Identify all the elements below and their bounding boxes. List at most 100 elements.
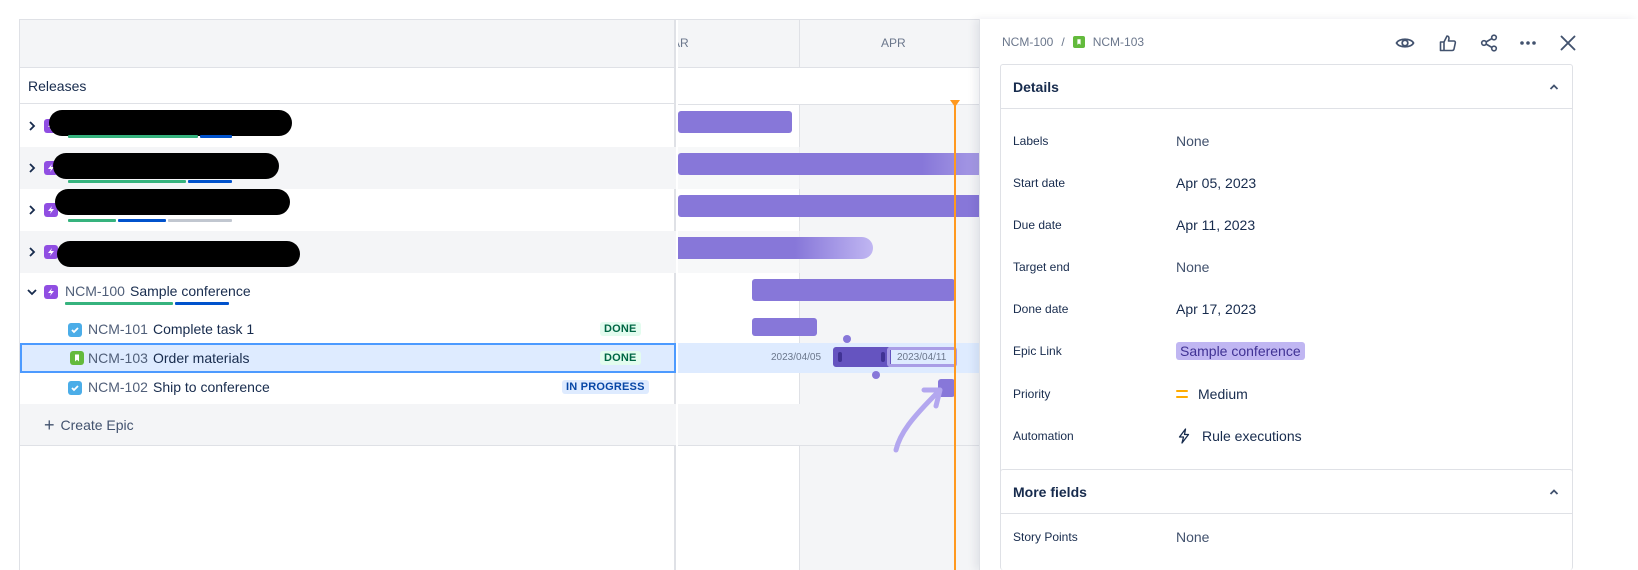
field-label: Priority <box>1013 387 1051 401</box>
issue-summary[interactable]: Order materials <box>153 350 249 366</box>
more-fields-title: More fields <box>1013 483 1087 500</box>
epic-row[interactable] <box>20 231 676 273</box>
field-value[interactable]: Apr 11, 2023 <box>1176 217 1255 233</box>
chevron-up-icon[interactable] <box>1548 81 1560 93</box>
field-value[interactable]: None <box>1176 133 1209 149</box>
field-value[interactable]: Apr 05, 2023 <box>1176 175 1256 191</box>
timeline-grid: AR APR 2023/04/05 2023/04/11 <box>678 20 983 570</box>
field-epic-link: Epic Link Sample conference <box>1013 330 1563 372</box>
issue-key[interactable]: NCM-100 <box>65 283 125 299</box>
details-section-header[interactable]: Details <box>1001 65 1572 109</box>
issue-row[interactable]: NCM-101 Complete task 1 DONE <box>20 315 676 345</box>
field-label: Start date <box>1013 176 1066 190</box>
field-value[interactable]: None <box>1176 259 1209 275</box>
issue-summary[interactable]: Sample conference <box>130 283 251 299</box>
breadcrumb-separator: / <box>1061 35 1065 49</box>
priority-medium-icon <box>1176 390 1188 398</box>
issue-detail-panel: NCM-100 / NCM-103 Details Labels None St… <box>979 19 1638 570</box>
field-label: Story Points <box>1013 530 1078 544</box>
issue-summary[interactable]: Complete task 1 <box>153 321 254 337</box>
field-value[interactable]: Apr 17, 2023 <box>1176 301 1256 317</box>
story-icon <box>1072 36 1085 48</box>
create-epic-button[interactable]: + Create Epic <box>20 404 676 446</box>
task-icon <box>68 323 82 337</box>
breadcrumb-parent-link[interactable]: NCM-100 <box>1002 35 1053 49</box>
epic-progress-bar <box>65 302 229 305</box>
issue-row-selected[interactable]: NCM-103 Order materials DONE <box>20 343 676 373</box>
automation-value[interactable]: Rule executions <box>1176 428 1302 444</box>
epic-link-value: Sample conference <box>1176 342 1305 360</box>
field-value[interactable]: None <box>1176 529 1209 545</box>
more-fields-header[interactable]: More fields <box>1001 470 1572 514</box>
breadcrumb-current-link[interactable]: NCM-103 <box>1093 35 1144 49</box>
chevron-right-icon[interactable] <box>26 120 38 132</box>
end-date-label: 2023/04/11 <box>897 352 947 363</box>
field-label: Due date <box>1013 218 1062 232</box>
epic-bar[interactable] <box>678 153 983 175</box>
lightning-icon <box>1176 428 1192 444</box>
chevron-down-icon[interactable] <box>26 286 38 298</box>
status-badge: DONE <box>600 322 641 336</box>
field-start-date: Start date Apr 05, 2023 <box>1013 162 1563 204</box>
today-marker <box>950 100 960 107</box>
epic-row[interactable]: NCM-100 Sample conference <box>20 273 676 315</box>
epic-row[interactable] <box>20 105 676 147</box>
details-section: Details Labels None Start date Apr 05, 2… <box>1000 64 1573 479</box>
issue-summary[interactable]: Ship to conference <box>153 379 270 395</box>
more-icon[interactable] <box>1516 31 1540 55</box>
automation-text: Rule executions <box>1202 428 1302 444</box>
details-title: Details <box>1013 78 1059 95</box>
epic-link-lozenge[interactable]: Sample conference <box>1176 342 1305 360</box>
dependency-handle[interactable] <box>843 335 851 343</box>
epic-bar-ncm-100[interactable] <box>752 279 955 301</box>
start-date-label: 2023/04/05 <box>771 352 822 363</box>
chevron-right-icon[interactable] <box>26 162 38 174</box>
releases-row[interactable]: Releases <box>20 68 674 104</box>
month-label: AR <box>678 36 689 50</box>
field-label: Automation <box>1013 429 1074 443</box>
today-line <box>954 102 956 570</box>
drag-handle-start[interactable] <box>838 352 842 362</box>
chevron-right-icon[interactable] <box>26 204 38 216</box>
issue-key[interactable]: NCM-102 <box>88 379 148 395</box>
detail-header: NCM-100 / NCM-103 <box>980 19 1638 63</box>
redacted-summary <box>55 189 290 215</box>
chevron-right-icon[interactable] <box>26 246 38 258</box>
redacted-summary <box>57 241 300 267</box>
field-due-date: Due date Apr 11, 2023 <box>1013 204 1563 246</box>
redacted-summary <box>49 110 292 136</box>
status-badge: IN PROGRESS <box>562 380 649 394</box>
drag-handle-end[interactable] <box>881 352 885 362</box>
epic-row[interactable] <box>20 189 676 231</box>
task-icon <box>68 381 82 395</box>
priority-text: Medium <box>1198 386 1248 402</box>
status-badge: DONE <box>600 351 641 365</box>
epic-bar[interactable] <box>678 195 983 217</box>
arrow-annotation-icon <box>893 387 943 453</box>
issue-list-panel: Releases NCM-100 Sample conference NCM-1… <box>20 20 676 570</box>
issue-row[interactable]: NCM-102 Ship to conference IN PROGRESS <box>20 373 676 404</box>
story-icon <box>70 351 84 365</box>
epic-row[interactable] <box>20 147 676 189</box>
chevron-up-icon[interactable] <box>1548 486 1560 498</box>
epic-bar[interactable] <box>678 111 792 133</box>
epic-icon <box>44 245 58 259</box>
breadcrumb: NCM-100 / NCM-103 <box>1002 35 1144 49</box>
field-story-points: Story Points None <box>1013 516 1563 558</box>
share-icon[interactable] <box>1477 31 1501 55</box>
dependency-handle[interactable] <box>872 371 880 379</box>
like-icon[interactable] <box>1436 31 1460 55</box>
releases-label: Releases <box>28 77 87 94</box>
field-priority: Priority Medium <box>1013 373 1563 415</box>
priority-value[interactable]: Medium <box>1176 386 1248 402</box>
field-target-end: Target end None <box>1013 246 1563 288</box>
month-label: APR <box>881 36 906 50</box>
eye-icon[interactable] <box>1393 31 1417 55</box>
field-label: Labels <box>1013 134 1049 148</box>
issue-bar-ncm-101[interactable] <box>752 318 817 336</box>
field-label: Done date <box>1013 302 1069 316</box>
epic-bar[interactable] <box>678 237 873 259</box>
close-icon[interactable] <box>1556 31 1580 55</box>
issue-key[interactable]: NCM-101 <box>88 321 148 337</box>
issue-key[interactable]: NCM-103 <box>88 350 148 366</box>
